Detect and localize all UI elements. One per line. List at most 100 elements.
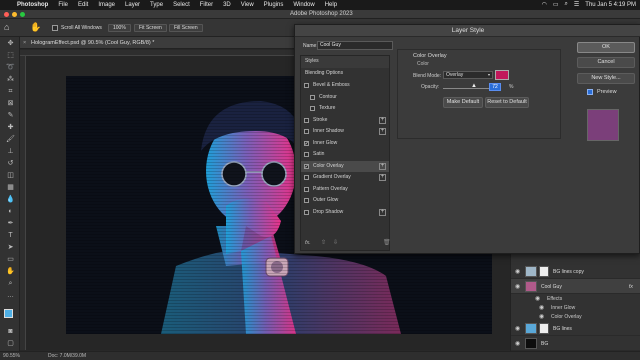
add-style-icon[interactable]: +: [379, 162, 386, 170]
style-checkbox[interactable]: [304, 209, 309, 215]
control-center-icon[interactable]: ☰: [574, 1, 579, 8]
scroll-all-checkbox[interactable]: [52, 25, 58, 31]
style-item-gradient-overlay[interactable]: Gradient Overlay +: [301, 172, 389, 184]
brush-tool-icon[interactable]: 🖌: [6, 135, 15, 144]
fill-screen-button[interactable]: Fill Screen: [169, 24, 203, 32]
gradient-tool-icon[interactable]: ▦: [6, 183, 15, 192]
move-tool-icon[interactable]: ✥: [6, 39, 15, 48]
visibility-eye-icon[interactable]: ◉: [515, 283, 520, 290]
menu-image[interactable]: Image: [98, 2, 115, 8]
effect-eye-icon[interactable]: ◉: [539, 313, 544, 320]
style-item-texture[interactable]: Texture: [301, 103, 389, 115]
menu-plugins[interactable]: Plugins: [264, 2, 284, 8]
effect-eye-icon[interactable]: ◉: [539, 304, 544, 311]
status-doc-size[interactable]: Doc: 7.0M/39.0M: [48, 353, 86, 359]
visibility-eye-icon[interactable]: ◉: [515, 340, 520, 347]
close-tab-icon[interactable]: ×: [23, 40, 26, 46]
effects-eye-icon[interactable]: ◉: [535, 295, 540, 302]
lasso-tool-icon[interactable]: ➰: [6, 63, 15, 72]
style-checkbox[interactable]: [304, 198, 309, 203]
layer-row[interactable]: ◉ BG lines: [511, 321, 640, 336]
style-item-pattern-overlay[interactable]: Pattern Overlay: [301, 184, 389, 196]
style-checkbox[interactable]: [310, 106, 315, 111]
hand-tool-icon[interactable]: ✋: [30, 22, 41, 33]
menu-help[interactable]: Help: [325, 2, 337, 8]
style-item-contour[interactable]: Contour: [301, 92, 389, 104]
blur-tool-icon[interactable]: 💧: [6, 195, 15, 204]
menu-3d[interactable]: 3D: [223, 2, 231, 8]
battery-icon[interactable]: ▭: [553, 1, 559, 8]
layer-name-input[interactable]: Cool Guy: [317, 41, 393, 50]
style-item-outer-glow[interactable]: Outer Glow: [301, 195, 389, 207]
blend-mode-select[interactable]: Overlay ▾: [443, 71, 493, 79]
layer-effects-row[interactable]: ◉ Effects: [511, 294, 640, 303]
menu-view[interactable]: View: [241, 2, 254, 8]
history-brush-icon[interactable]: ↺: [6, 159, 15, 168]
visibility-eye-icon[interactable]: ◉: [515, 268, 520, 275]
preview-checkbox[interactable]: [587, 89, 593, 95]
styles-header[interactable]: Styles: [301, 56, 389, 68]
foreground-color-swatch[interactable]: [4, 309, 13, 318]
opacity-slider-track[interactable]: [443, 88, 489, 89]
search-icon[interactable]: ⌕: [565, 1, 568, 8]
new-style-button[interactable]: New Style...: [577, 73, 635, 84]
menu-edit[interactable]: Edit: [78, 2, 88, 8]
path-select-icon[interactable]: ➤: [6, 243, 15, 252]
layer-row-selected[interactable]: ◉ Cool Guy fx: [511, 279, 640, 294]
layer-effect-row[interactable]: ◉ Inner Glow: [511, 303, 640, 312]
move-up-icon[interactable]: ⇧: [321, 239, 326, 246]
rectangle-tool-icon[interactable]: ▭: [6, 255, 15, 264]
pen-tool-icon[interactable]: ✒: [6, 219, 15, 228]
quick-mask-icon[interactable]: ◙: [6, 327, 15, 336]
close-window-icon[interactable]: [4, 12, 9, 17]
add-style-icon[interactable]: +: [379, 174, 386, 181]
add-style-icon[interactable]: +: [379, 116, 386, 124]
minimize-window-icon[interactable]: [12, 12, 17, 17]
style-item-inner-glow[interactable]: Inner Glow: [301, 138, 389, 150]
style-checkbox-checked[interactable]: [304, 139, 309, 150]
quick-select-tool-icon[interactable]: ⁂: [6, 75, 15, 84]
fx-menu-button[interactable]: fx.: [305, 240, 311, 246]
hand-tool-panel-icon[interactable]: ✋: [6, 267, 15, 276]
style-item-bevel-emboss[interactable]: Bevel & Emboss: [301, 80, 389, 92]
style-checkbox[interactable]: [304, 175, 309, 180]
style-checkbox[interactable]: [304, 186, 309, 192]
crop-tool-icon[interactable]: ⌗: [6, 87, 15, 96]
document-tab[interactable]: × HologramEffect.psd @ 90.5% (Cool Guy, …: [20, 37, 320, 49]
vertical-ruler[interactable]: [20, 56, 26, 350]
opacity-slider-handle[interactable]: ▲: [471, 83, 477, 89]
menu-select[interactable]: Select: [173, 2, 190, 8]
menu-window[interactable]: Window: [293, 2, 314, 8]
menu-type[interactable]: Type: [150, 2, 163, 8]
fit-screen-button[interactable]: Fit Screen: [134, 24, 167, 32]
style-item-inner-shadow[interactable]: Inner Shadow +: [301, 126, 389, 138]
blending-options-item[interactable]: Blending Options: [301, 68, 389, 80]
marquee-tool-icon[interactable]: ⬚: [6, 51, 15, 60]
wifi-icon[interactable]: ◠: [542, 1, 547, 8]
zoom-100-button[interactable]: 100%: [108, 24, 131, 32]
layer-row[interactable]: ◉ BG lines copy: [511, 264, 640, 279]
layer-row[interactable]: ◉ BG: [511, 336, 640, 351]
menu-filter[interactable]: Filter: [200, 2, 213, 8]
make-default-button[interactable]: Make Default: [443, 97, 483, 108]
visibility-eye-icon[interactable]: ◉: [515, 325, 520, 332]
menu-file[interactable]: File: [58, 2, 68, 8]
dodge-tool-icon[interactable]: ◐: [6, 207, 15, 216]
layer-name[interactable]: BG lines copy: [553, 269, 584, 275]
overlay-color-swatch[interactable]: [495, 70, 509, 80]
more-tools-icon[interactable]: …: [6, 291, 15, 300]
layer-name[interactable]: Cool Guy: [541, 284, 562, 290]
menu-photoshop[interactable]: Photoshop: [17, 2, 48, 8]
style-item-color-overlay[interactable]: Color Overlay +: [301, 160, 389, 173]
status-zoom[interactable]: 90.55%: [3, 353, 20, 359]
frame-tool-icon[interactable]: ⊠: [6, 99, 15, 108]
move-down-icon[interactable]: ⇩: [333, 239, 338, 246]
style-checkbox-checked[interactable]: [304, 162, 309, 173]
style-item-drop-shadow[interactable]: Drop Shadow +: [301, 207, 389, 219]
style-checkbox[interactable]: [310, 94, 315, 100]
eyedropper-tool-icon[interactable]: ✎: [6, 111, 15, 120]
healing-tool-icon[interactable]: ✚: [6, 123, 15, 132]
zoom-window-icon[interactable]: [20, 12, 25, 17]
eraser-tool-icon[interactable]: ◫: [6, 171, 15, 180]
add-style-icon[interactable]: +: [379, 208, 386, 216]
